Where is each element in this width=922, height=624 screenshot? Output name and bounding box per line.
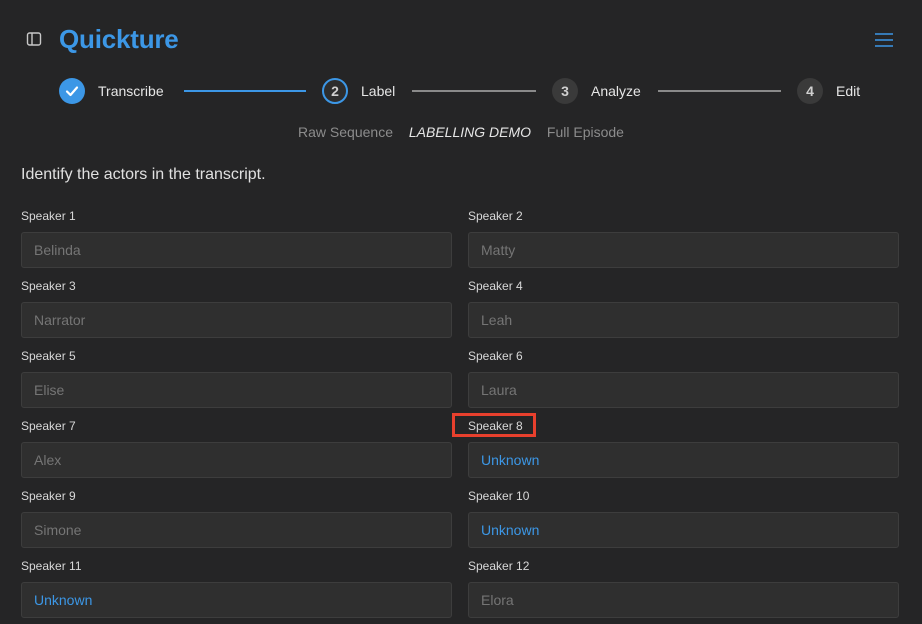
speaker-name-input[interactable] [468, 512, 899, 548]
speaker-label: Speaker 3 [21, 279, 76, 293]
breadcrumb-item-full-episode[interactable]: Full Episode [547, 124, 624, 140]
speaker-field: Speaker 5 [21, 349, 452, 408]
speaker-name-input[interactable] [21, 232, 452, 268]
instruction-text: Identify the actors in the transcript. [21, 166, 266, 183]
speaker-name-input[interactable] [468, 372, 899, 408]
speaker-label: Speaker 5 [21, 349, 76, 363]
step-connector [412, 90, 536, 92]
step-connector [184, 90, 306, 92]
speaker-label: Speaker 9 [21, 489, 76, 503]
step-edit[interactable]: 4 Edit [797, 78, 860, 104]
speaker-field: Speaker 7 [21, 419, 452, 478]
speaker-name-input[interactable] [468, 302, 899, 338]
speaker-label: Speaker 7 [21, 419, 76, 433]
speaker-label: Speaker 12 [468, 559, 530, 573]
step-done-circle [59, 78, 85, 104]
speaker-label: Speaker 6 [468, 349, 523, 363]
speaker-label: Speaker 2 [468, 209, 523, 223]
speaker-name-input[interactable] [468, 582, 899, 618]
step-label-active[interactable]: 2 Label [322, 78, 395, 104]
checkmark-icon [65, 86, 79, 97]
step-connector [658, 90, 781, 92]
speaker-name-input[interactable] [468, 232, 899, 268]
speaker-label: Speaker 10 [468, 489, 530, 503]
step-analyze[interactable]: 3 Analyze [552, 78, 641, 104]
speaker-field: Speaker 4 [468, 279, 899, 338]
app-header: Quickture [0, 0, 922, 70]
speaker-field: Speaker 9 [21, 489, 452, 548]
speaker-field: Speaker 10 [468, 489, 899, 548]
speaker-field: Speaker 2 [468, 209, 899, 268]
step-number: 3 [552, 78, 578, 104]
speaker-name-input[interactable] [468, 442, 899, 478]
speaker-label: Speaker 4 [468, 279, 523, 293]
hamburger-menu-icon[interactable] [874, 32, 894, 48]
step-number: 2 [322, 78, 348, 104]
speaker-field: Speaker 8 [468, 419, 899, 478]
speaker-name-input[interactable] [21, 582, 452, 618]
breadcrumb-item-current: LABELLING DEMO [408, 124, 532, 140]
speaker-field: Speaker 1 [21, 209, 452, 268]
speaker-label: Speaker 1 [21, 209, 76, 223]
speaker-name-input[interactable] [21, 302, 452, 338]
breadcrumb-item-raw-sequence[interactable]: Raw Sequence [298, 124, 393, 140]
step-label: Label [361, 83, 396, 99]
step-label: Edit [836, 83, 861, 99]
sidebar-toggle-icon[interactable] [26, 31, 42, 47]
step-label: Analyze [591, 83, 641, 99]
breadcrumb: Raw Sequence LABELLING DEMO Full Episode [0, 124, 922, 140]
app-title: Quickture [59, 24, 179, 54]
speaker-name-input[interactable] [21, 512, 452, 548]
speaker-field: Speaker 6 [468, 349, 899, 408]
speaker-label: Speaker 11 [21, 559, 82, 573]
speaker-field: Speaker 3 [21, 279, 452, 338]
speaker-field: Speaker 11 [21, 559, 452, 618]
workflow-stepper: Transcribe 2 Label 3 Analyze 4 Edit [0, 74, 922, 108]
speaker-label: Speaker 8 [468, 419, 523, 433]
speaker-name-input[interactable] [21, 372, 452, 408]
step-number: 4 [797, 78, 823, 104]
step-label: Transcribe [98, 83, 164, 99]
step-transcribe[interactable]: Transcribe [59, 78, 164, 104]
speaker-field: Speaker 12 [468, 559, 899, 618]
speaker-name-input[interactable] [21, 442, 452, 478]
